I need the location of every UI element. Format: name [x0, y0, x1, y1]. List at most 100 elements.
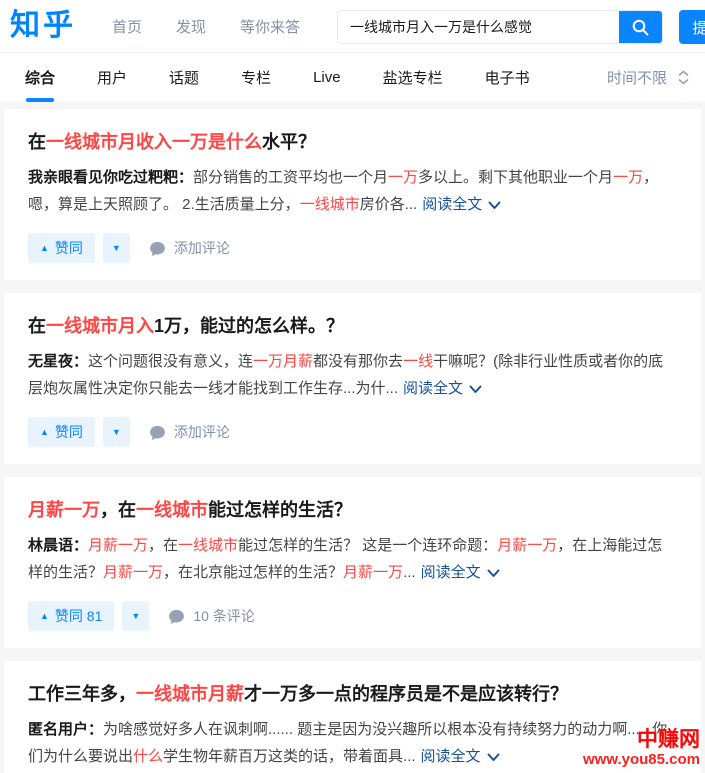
result-snippet: 匿名用户：为啥感觉好多人在讽刺啊...... 题主是因为没兴趣所以根本没有持续努…: [28, 716, 677, 770]
upvote-label: 赞同: [55, 238, 83, 258]
comment-label: 10 条评论: [193, 606, 254, 626]
snippet-text: 多以上。剩下其他职业一个月: [418, 169, 613, 186]
highlighted-keyword: 月薪一万: [497, 537, 557, 554]
comment-button[interactable]: 添加评论: [149, 238, 230, 258]
result-snippet: 我亲眼看见你吃过粑粑：部分销售的工资平均也一个月一万多以上。剩下其他职业一个月一…: [28, 164, 677, 218]
snippet-text: ，在: [148, 537, 178, 554]
downvote-button[interactable]: ▼: [103, 233, 130, 263]
time-filter-label: 时间不限: [607, 67, 667, 88]
result-title-link[interactable]: 工作三年多，一线城市月薪才一万多一点的程序员是不是应该转行？: [28, 682, 677, 707]
snippet-text: ，在北京能过怎样的生活？: [163, 564, 343, 581]
title-text: 才一万多一点的程序员是不是应该转行？: [244, 684, 568, 704]
author-name: 林晨语：: [28, 537, 88, 554]
upvote-button[interactable]: ▲ 赞同 81: [28, 601, 114, 631]
result-snippet: 林晨语：月薪一万，在一线城市能过怎样的生活？ 这是一个连环命题：月薪一万，在上海…: [28, 532, 677, 586]
highlighted-keyword: 一万月薪: [253, 353, 313, 370]
highlighted-keyword: 什么: [133, 748, 163, 765]
read-more-link[interactable]: 阅读全文: [403, 380, 482, 397]
expand-chevron-icon: [487, 753, 500, 762]
zhihu-search-page: 知乎 首页 发现 等你来答 提 综合用户话题专栏 Live 盐选专栏电子书 时间不限: [0, 0, 705, 773]
read-more-label: 阅读全文: [421, 564, 481, 581]
highlighted-keyword: 月薪一万: [28, 500, 100, 520]
comment-bubble-icon: [149, 240, 166, 257]
tab-live[interactable]: Live: [313, 53, 341, 102]
comment-bubble-icon: [168, 608, 185, 625]
read-more-link[interactable]: 阅读全文: [422, 196, 501, 213]
upvote-button[interactable]: ▲ 赞同: [28, 233, 95, 263]
comment-button[interactable]: 添加评论: [149, 422, 230, 442]
downvote-triangle-icon: ▼: [131, 612, 140, 621]
downvote-triangle-icon: ▼: [112, 244, 121, 253]
tab-users[interactable]: 用户: [97, 53, 127, 102]
expand-chevron-icon: [487, 569, 500, 578]
read-more-link[interactable]: 阅读全文: [421, 748, 500, 765]
author-name: 匿名用户：: [28, 721, 103, 738]
top-nav: 首页 发现 等你来答: [112, 16, 300, 37]
search-result-card: 工作三年多，一线城市月薪才一万多一点的程序员是不是应该转行？ 匿名用户：为啥感觉…: [4, 661, 701, 773]
ask-question-button[interactable]: 提: [679, 10, 705, 44]
comment-label: 添加评论: [174, 422, 230, 442]
upvote-label: 赞同: [55, 422, 83, 442]
result-actions: ▲ 赞同 81 ▼ 10 条评论: [28, 601, 677, 631]
highlighted-keyword: 一线城市: [136, 500, 208, 520]
search-bar: [337, 10, 663, 44]
upvote-triangle-icon: ▲: [40, 612, 49, 621]
title-text: 1万，能过的怎么样。？: [154, 316, 344, 336]
snippet-text: 都没有那你去: [313, 353, 403, 370]
search-result-card: 在一线城市月入1万，能过的怎么样。？ 无星夜：这个问题很没有意义，连一万月薪都没…: [4, 293, 701, 464]
tab-ebooks[interactable]: 电子书: [485, 53, 530, 102]
snippet-text: 能过怎样的生活？ 这是一个连环命题：: [238, 537, 497, 554]
downvote-button[interactable]: ▼: [103, 417, 130, 447]
result-actions: ▲ 赞同 ▼ 添加评论: [28, 233, 677, 263]
snippet-text: 部分销售的工资平均也一个月: [193, 169, 388, 186]
read-more-link[interactable]: 阅读全文: [421, 564, 500, 581]
expand-chevron-icon: [488, 201, 501, 210]
comment-bubble-icon: [149, 424, 166, 441]
nav-item-discover[interactable]: 发现: [176, 16, 206, 37]
tab-comprehensive[interactable]: 综合: [25, 53, 55, 102]
zhihu-logo[interactable]: 知乎: [10, 11, 76, 41]
highlighted-keyword: 月薪一万: [103, 564, 163, 581]
search-result-card: 在一线城市月收入一万是什么水平？ 我亲眼看见你吃过粑粑：部分销售的工资平均也一个…: [4, 109, 701, 280]
upvote-triangle-icon: ▲: [40, 244, 49, 253]
highlighted-keyword: 一线城市月收入一万是什么: [46, 132, 262, 152]
upvote-button[interactable]: ▲ 赞同: [28, 417, 95, 447]
highlighted-keyword: 一线城市月薪: [136, 684, 244, 704]
title-text: 工作三年多，: [28, 684, 136, 704]
highlighted-keyword: 一万: [613, 169, 643, 186]
highlighted-keyword: 一万: [388, 169, 418, 186]
comment-label: 添加评论: [174, 238, 230, 258]
downvote-triangle-icon: ▼: [112, 428, 121, 437]
highlighted-keyword: 一线: [403, 353, 433, 370]
search-button[interactable]: [619, 11, 662, 43]
title-text: 能过怎样的生活？: [208, 500, 352, 520]
time-filter-dropdown[interactable]: 时间不限: [607, 53, 689, 102]
nav-item-waiting-for-answer[interactable]: 等你来答: [240, 16, 300, 37]
result-title-link[interactable]: 在一线城市月入1万，能过的怎么样。？: [28, 314, 677, 339]
highlighted-keyword: 一线城市: [178, 537, 238, 554]
read-more-label: 阅读全文: [422, 196, 482, 213]
downvote-button[interactable]: ▼: [122, 601, 149, 631]
tab-paid-columns[interactable]: 盐选专栏: [383, 53, 443, 102]
title-text: 在: [28, 316, 46, 336]
nav-item-home[interactable]: 首页: [112, 16, 142, 37]
title-text: 水平？: [262, 132, 316, 152]
result-title-link[interactable]: 月薪一万，在一线城市能过怎样的生活？: [28, 498, 677, 523]
tab-columns[interactable]: 专栏: [241, 53, 271, 102]
top-header: 知乎 首页 发现 等你来答 提: [0, 0, 705, 53]
highlighted-keyword: 月薪一万: [88, 537, 148, 554]
title-text: 在: [28, 132, 46, 152]
tab-topics[interactable]: 话题: [169, 53, 199, 102]
sort-chevrons-icon: [678, 70, 689, 85]
tabs: 综合用户话题专栏 Live 盐选专栏电子书: [0, 53, 530, 102]
search-tab-bar: 综合用户话题专栏 Live 盐选专栏电子书 时间不限: [0, 53, 705, 102]
result-title-link[interactable]: 在一线城市月收入一万是什么水平？: [28, 130, 677, 155]
search-input[interactable]: [338, 11, 619, 43]
snippet-text: ...: [403, 564, 416, 581]
comment-button[interactable]: 10 条评论: [168, 606, 254, 626]
search-results-list: 在一线城市月收入一万是什么水平？ 我亲眼看见你吃过粑粑：部分销售的工资平均也一个…: [0, 102, 705, 773]
author-name: 我亲眼看见你吃过粑粑：: [28, 169, 193, 186]
snippet-text: 这个问题很没有意义，连: [88, 353, 253, 370]
snippet-text: 学生物年薪百万这类的话，带着面具...: [163, 748, 416, 765]
upvote-triangle-icon: ▲: [40, 428, 49, 437]
